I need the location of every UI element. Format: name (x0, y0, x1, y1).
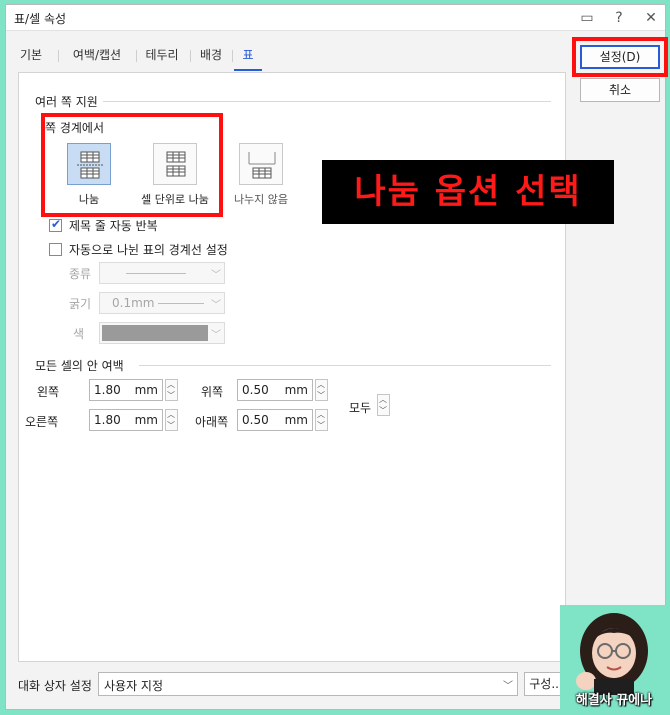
tab-divider (58, 50, 59, 62)
bottom-margin-unit: mm (284, 413, 308, 427)
section-divider (139, 365, 551, 366)
annotation-banner: 나눔 옵션 선택 (322, 160, 614, 224)
table-no-split-icon (248, 152, 276, 179)
dialog-settings-value: 사용자 지정 (104, 679, 164, 693)
tab-basic[interactable]: 기본 (16, 41, 46, 71)
tab-divider (190, 50, 191, 62)
right-margin-spinner[interactable]: ︿ ﹀ (165, 409, 178, 431)
chevron-down-icon: ﹀ (211, 330, 221, 341)
left-margin-input[interactable]: 1.80 mm (89, 379, 163, 401)
right-margin-value: 1.80 (94, 413, 121, 427)
top-margin-value: 0.50 (242, 383, 269, 397)
comment-icon[interactable]: ▭ (578, 9, 596, 27)
line-thickness-value: 0.1mm (112, 296, 155, 310)
right-margin-label: 오른쪽 (25, 415, 59, 429)
right-margin-unit: mm (134, 413, 158, 427)
thickness-sample (158, 303, 204, 304)
left-margin-unit: mm (134, 383, 158, 397)
help-icon[interactable]: ? (610, 9, 628, 27)
left-margin-label: 왼쪽 (37, 385, 60, 399)
line-sample (126, 273, 186, 274)
down-arrow-icon: ﹀ (167, 391, 175, 400)
bottom-margin-value: 0.50 (242, 413, 269, 427)
chevron-down-icon: ﹀ (211, 270, 221, 281)
up-arrow-icon: ︿ (379, 395, 387, 404)
all-margins-label: 모두 (349, 401, 372, 415)
chevron-down-icon: ﹀ (503, 681, 513, 692)
line-thickness-dropdown[interactable]: 0.1mm ﹀ (99, 292, 225, 314)
left-margin-spinner[interactable]: ︿ ﹀ (165, 379, 178, 401)
highlight-box (572, 37, 668, 77)
left-margin-value: 1.80 (94, 383, 121, 397)
top-margin-label: 위쪽 (201, 385, 224, 399)
up-arrow-icon: ︿ (167, 380, 175, 389)
tab-background[interactable]: 배경 (196, 41, 226, 71)
top-margin-unit: mm (284, 383, 308, 397)
dialog-title: 표/셀 속성 (14, 12, 67, 26)
bottom-margin-label: 아래쪽 (195, 415, 229, 429)
auto-border-label: 자동으로 나뉜 표의 경계선 설정 (69, 243, 228, 257)
up-arrow-icon: ︿ (167, 410, 175, 419)
bottom-margin-spinner[interactable]: ︿ ﹀ (315, 409, 328, 431)
auto-border-checkbox[interactable] (49, 243, 62, 256)
all-margins-spinner[interactable]: ︿ ﹀ (377, 394, 390, 416)
line-type-label: 종류 (69, 267, 92, 281)
line-color-dropdown[interactable]: ﹀ (99, 322, 225, 344)
multi-page-section-title: 여러 쪽 지원 (35, 95, 98, 109)
tab-border[interactable]: 테두리 (142, 41, 182, 71)
up-arrow-icon: ︿ (317, 410, 325, 419)
watermark-avatar: 해결사 뀨에나 (560, 605, 668, 713)
check-icon: ✔ (51, 217, 62, 231)
cell-margins-section-title: 모든 셀의 안 여백 (35, 359, 124, 373)
dialog-settings-label: 대화 상자 설정 (18, 679, 92, 693)
tab-divider (232, 50, 233, 62)
down-arrow-icon: ﹀ (317, 391, 325, 400)
tab-margin-caption[interactable]: 여백/캡션 (66, 41, 128, 71)
section-divider (103, 101, 551, 102)
top-margin-spinner[interactable]: ︿ ﹀ (315, 379, 328, 401)
right-margin-input[interactable]: 1.80 mm (89, 409, 163, 431)
tab-divider (136, 50, 137, 62)
title-bar: 표/셀 속성 ▭ ? ✕ (6, 5, 665, 31)
no-split-option-label: 나누지 않음 (233, 193, 289, 206)
up-arrow-icon: ︿ (317, 380, 325, 389)
chevron-down-icon: ﹀ (211, 300, 221, 311)
color-swatch (102, 325, 208, 341)
bottom-margin-input[interactable]: 0.50 mm (237, 409, 313, 431)
down-arrow-icon: ﹀ (317, 421, 325, 430)
dialog-settings-combo[interactable]: 사용자 지정 ﹀ (98, 672, 518, 696)
top-margin-input[interactable]: 0.50 mm (237, 379, 313, 401)
tab-table[interactable]: 표 (234, 41, 262, 71)
watermark-caption: 해결사 뀨에나 (575, 693, 653, 708)
down-arrow-icon: ﹀ (167, 421, 175, 430)
cancel-button[interactable]: 취소 (580, 78, 660, 102)
repeat-header-checkbox[interactable]: ✔ (49, 217, 62, 232)
line-color-label: 색 (73, 327, 85, 341)
line-thickness-label: 굵기 (69, 297, 92, 311)
down-arrow-icon: ﹀ (379, 406, 387, 415)
repeat-header-label: 제목 줄 자동 반복 (69, 219, 158, 233)
avatar-illustration (576, 613, 648, 695)
highlight-box (41, 113, 223, 217)
close-icon[interactable]: ✕ (642, 9, 660, 27)
line-type-dropdown[interactable]: ﹀ (99, 262, 225, 284)
no-split-option-button[interactable] (239, 143, 283, 185)
